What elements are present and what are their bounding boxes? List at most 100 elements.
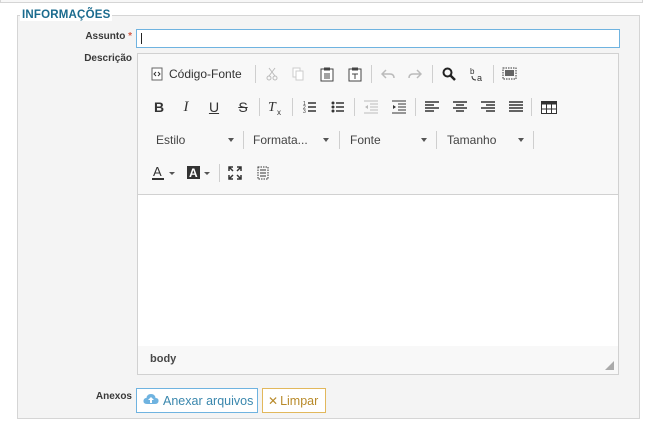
assunto-label-text: Assunto [85,31,126,42]
size-combo[interactable]: Tamanho [447,129,524,151]
replace-icon: ba [469,66,485,82]
svg-text:b: b [470,67,475,76]
style-combo-label: Estilo [156,133,186,147]
top-panel-edge [0,0,643,3]
copy-button[interactable] [288,63,308,85]
attach-files-button[interactable]: Anexar arquivos [136,388,258,413]
toolbar-separator [219,164,220,182]
remove-format-button[interactable]: Tx [266,96,286,118]
editor-content-area[interactable] [138,194,618,347]
toolbar-separator [415,98,416,116]
clear-button[interactable]: ✕ Limpar [262,388,326,413]
editor-toolbar: Código-Fonte b a B I U S T x 1 2 3 Estil… [138,54,618,194]
format-combo-label: Formata... [253,133,308,147]
indent-button[interactable] [389,96,409,118]
maximize-button[interactable] [225,162,245,184]
redo-button[interactable] [405,63,425,85]
toolbar-separator [243,131,244,149]
toolbar-separator [533,131,534,149]
justify-icon [509,101,523,113]
assunto-label: Assunto * [70,31,132,42]
anexos-label: Anexos [95,391,132,402]
toolbar-separator [259,98,260,116]
toolbar-separator [354,98,355,116]
outdent-button[interactable] [361,96,381,118]
table-icon [541,100,557,114]
chevron-down-icon [228,138,234,142]
select-all-icon [502,67,517,81]
bulleted-list-button[interactable] [328,96,348,118]
required-mark: * [128,31,132,42]
element-path[interactable]: body [150,353,176,365]
toolbar-separator [255,65,256,83]
font-combo-label: Fonte [350,133,381,147]
search-icon [442,67,456,81]
clear-label: Limpar [280,393,319,408]
toolbar-separator [436,131,437,149]
italic-button[interactable]: I [177,96,195,118]
redo-icon [408,68,422,80]
numbered-list-icon: 123 [303,100,317,114]
svg-text:A: A [189,166,198,180]
close-icon: ✕ [268,393,279,408]
toolbar-separator [371,65,372,83]
replace-button[interactable]: ba [466,63,488,85]
text-color-button[interactable]: A [150,162,178,184]
bold-icon: B [153,99,165,115]
toolbar-separator [493,65,494,83]
descricao-label: Descrição [84,53,132,64]
show-blocks-icon [256,166,270,180]
section-legend: INFORMAÇÕES [20,9,113,21]
background-color-icon: A [186,165,212,181]
toolbar-separator [531,98,532,116]
align-right-icon [481,101,495,113]
paste-button[interactable] [317,63,337,85]
strikethrough-button[interactable]: S [234,96,252,118]
outdent-icon [364,100,378,114]
align-left-button[interactable] [422,96,442,118]
align-left-icon [425,101,439,113]
style-combo[interactable]: Estilo [156,129,234,151]
copy-icon [291,67,305,81]
toolbar-separator [432,65,433,83]
source-label: Código-Fonte [169,67,242,81]
chevron-down-icon [518,138,524,142]
show-blocks-button[interactable] [253,162,273,184]
bulleted-list-icon [331,100,345,114]
assunto-input[interactable] [136,29,620,48]
indent-icon [392,100,406,114]
paste-text-button[interactable] [345,63,365,85]
underline-button[interactable]: U [205,96,223,118]
paste-icon [320,67,334,82]
justify-button[interactable] [506,96,526,118]
resize-handle-icon[interactable] [605,361,614,370]
svg-text:3: 3 [303,109,306,114]
svg-text:A: A [153,165,162,179]
toolbar-separator [292,98,293,116]
bold-button[interactable]: B [150,96,168,118]
rich-text-editor: Código-Fonte b a B I U S T x 1 2 3 Estil… [137,53,619,375]
format-combo[interactable]: Formata... [253,129,329,151]
background-color-button[interactable]: A [185,162,213,184]
font-combo[interactable]: Fonte [350,129,427,151]
undo-button[interactable] [378,63,398,85]
paste-text-icon [348,67,362,82]
source-icon [150,67,164,81]
attach-files-label: Anexar arquivos [163,393,254,408]
chevron-down-icon [323,138,329,142]
editor-statusbar: body [138,346,618,374]
svg-text:x: x [277,108,281,115]
source-button[interactable]: Código-Fonte [150,63,250,85]
select-all-button[interactable] [499,63,519,85]
align-right-button[interactable] [478,96,498,118]
chevron-down-icon [421,138,427,142]
numbered-list-button[interactable]: 123 [300,96,320,118]
cut-button[interactable] [262,63,282,85]
find-button[interactable] [439,63,459,85]
align-center-button[interactable] [450,96,470,118]
svg-text:T: T [268,100,277,115]
cloud-upload-icon [143,393,159,408]
italic-icon: I [183,98,189,115]
table-button[interactable] [538,96,560,118]
size-combo-label: Tamanho [447,133,497,147]
